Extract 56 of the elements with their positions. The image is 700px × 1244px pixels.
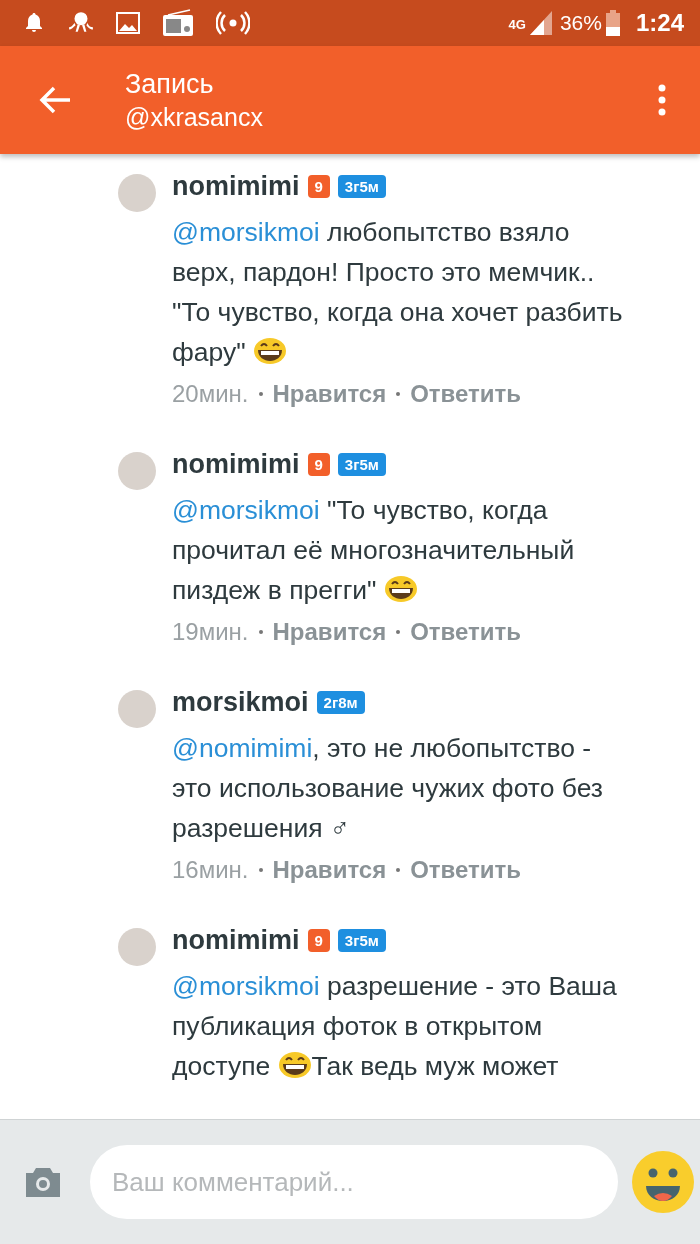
separator-dot <box>258 392 263 396</box>
comment-text: @morsikmoi разрешение - это Ваша публикация фоток в открытом доступе Так ведь муж может <box>172 970 618 1083</box>
mention-link[interactable]: @morsikmoi <box>172 971 320 1001</box>
author-name[interactable]: nomimimi <box>172 170 300 202</box>
separator-dot <box>396 392 401 396</box>
signal-icon <box>529 11 552 35</box>
avatar[interactable] <box>118 452 156 490</box>
avatar[interactable] <box>118 174 156 212</box>
battery-icon <box>605 10 620 36</box>
comment-action[interactable]: Ответить <box>410 856 522 884</box>
broadcast-icon <box>216 10 250 36</box>
mention-link[interactable]: @morsikmoi <box>172 217 320 247</box>
comment-time: 20мин. <box>172 380 249 408</box>
comment-text: @morsikmoi "То чувство, когда прочитал её многозначительный пиздеж в прегги" <box>172 494 576 607</box>
user-badge: 9 <box>307 928 330 952</box>
user-badge: 3г5м <box>337 174 386 198</box>
more-icon <box>658 84 666 116</box>
radio-icon <box>162 9 194 37</box>
comment-input[interactable]: Ваш комментарий... <box>90 1145 618 1219</box>
image-icon <box>116 12 140 34</box>
author-name[interactable]: nomimimi <box>172 448 300 480</box>
avatar[interactable] <box>118 690 156 728</box>
user-badge: 9 <box>307 174 330 198</box>
comment-action[interactable]: Ответить <box>410 380 522 408</box>
avatar[interactable] <box>118 928 156 966</box>
user-badge: 3г5м <box>337 928 386 952</box>
separator-dot <box>396 868 401 872</box>
separator-dot <box>396 630 401 634</box>
camera-icon[interactable] <box>24 1166 62 1198</box>
separator-dot <box>258 868 263 872</box>
network-type: 4G <box>508 17 526 32</box>
grin-emoji-icon <box>253 337 287 365</box>
comment-time: 16мин. <box>172 856 249 884</box>
author-name[interactable]: nomimimi <box>172 924 300 956</box>
battery-level: 36% <box>559 11 602 35</box>
comment-action[interactable]: Нравится <box>272 380 387 408</box>
comment-text: @nomimimi, это не любопытство - это использование чужих фото без разрешения ♂ <box>172 732 604 845</box>
back-arrow-icon <box>38 85 72 115</box>
comment-action[interactable]: Нравится <box>272 856 387 884</box>
user-badge: 3г5м <box>337 452 386 476</box>
mention-link[interactable]: @morsikmoi <box>172 495 320 525</box>
clock: 1:24 <box>635 9 684 37</box>
author-name[interactable]: morsikmoi <box>172 686 309 718</box>
comment-action[interactable]: Ответить <box>410 618 522 646</box>
mention-link[interactable]: @nomimimi <box>172 733 313 763</box>
grin-emoji-icon <box>383 575 418 603</box>
grin-emoji-icon <box>277 1051 312 1079</box>
comment-text: @morsikmoi любопытство взяло верх, пардон! Просто это мемчик.. "То чувство, когда она хочет разбить фару" <box>172 216 624 369</box>
page-title: Запись <box>125 68 215 101</box>
user-badge: 9 <box>307 452 330 476</box>
separator-dot <box>258 630 263 634</box>
page-subtitle: @xkrasancx <box>125 102 264 133</box>
user-badge: 2г8м <box>316 690 365 714</box>
comment-action[interactable]: Нравится <box>272 618 387 646</box>
smiley-icon[interactable] <box>632 1151 694 1213</box>
comment-time: 19мин. <box>172 618 249 646</box>
